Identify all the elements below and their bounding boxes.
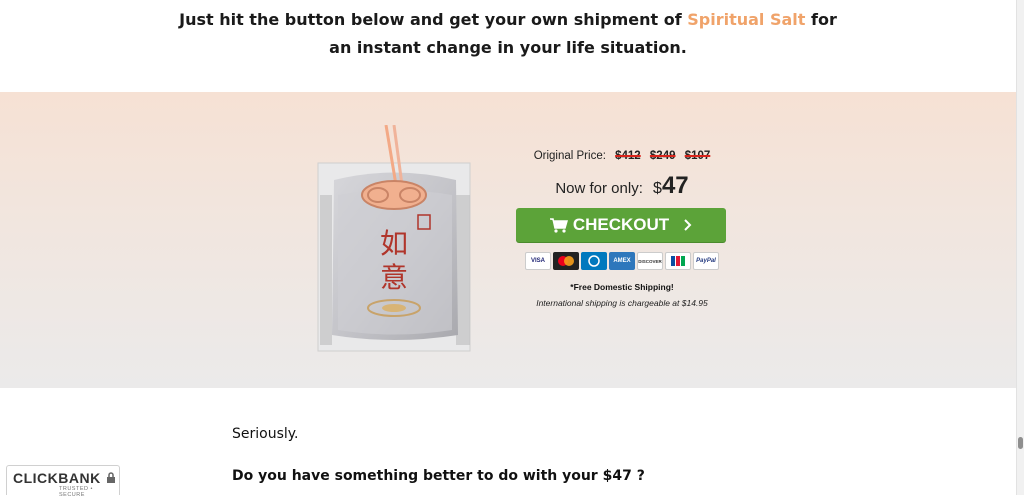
headline-line-2: an instant change in your life situation… <box>329 38 687 57</box>
headline-text: Just hit the button below and get your o… <box>179 10 688 29</box>
old-price: $107 <box>684 150 711 162</box>
price-box: Original Price: $412 $249 $107 Now for o… <box>516 150 728 308</box>
visa-icon: VISA <box>525 252 551 270</box>
diners-icon <box>581 252 607 270</box>
discover-icon: DISCOVER <box>637 252 663 270</box>
chevron-right-icon <box>684 219 692 231</box>
clickbank-badge[interactable]: CLICKBANK TRUSTED • SECURE <box>6 465 120 498</box>
offer-section <box>0 92 1016 388</box>
body-paragraph: Seriously. <box>232 426 299 442</box>
checkout-button[interactable]: CHECKOUT <box>516 208 726 242</box>
paypal-icon: PayPal <box>693 252 719 270</box>
headline-highlight: Spiritual Salt <box>687 10 806 29</box>
original-price: Original Price: $412 $249 $107 <box>516 150 728 162</box>
product-character-top: 如 <box>380 227 408 260</box>
lock-icon <box>107 472 115 483</box>
free-shipping-note: *Free Domestic Shipping! <box>570 282 674 292</box>
old-price: $412 <box>615 150 641 162</box>
body-paragraph-bold: Do you have something better to do with … <box>232 468 645 484</box>
payment-methods: VISA AMEX DISCOVER PayPal <box>516 252 728 270</box>
clickbank-tagline: TRUSTED • SECURE <box>59 486 93 498</box>
jcb-icon <box>665 252 691 270</box>
mastercard-icon <box>553 252 579 270</box>
international-shipping-note: International shipping is chargeable at … <box>536 298 708 308</box>
old-price: $249 <box>649 150 676 162</box>
vertical-scrollbar[interactable] <box>1016 0 1024 495</box>
price-amount: 47 <box>661 172 689 199</box>
scrollbar-thumb[interactable] <box>1018 437 1023 449</box>
headline-text-after: for <box>805 10 837 29</box>
clickbank-logo: CLICKBANK <box>13 470 101 486</box>
product-character-bottom: 意 <box>380 261 408 294</box>
product-image: 如 意 <box>316 124 472 355</box>
now-label: Now for only: <box>555 180 643 197</box>
checkout-label: CHECKOUT <box>572 215 670 234</box>
cart-icon <box>549 218 568 233</box>
headline-line-1: Just hit the button below and get your o… <box>0 6 1016 34</box>
current-price: Now for only: $47 <box>516 172 728 200</box>
currency-symbol: $ <box>653 180 662 197</box>
original-price-label: Original Price: <box>533 150 606 162</box>
amex-icon: AMEX <box>609 252 635 270</box>
headline: Just hit the button below and get your o… <box>0 6 1016 62</box>
